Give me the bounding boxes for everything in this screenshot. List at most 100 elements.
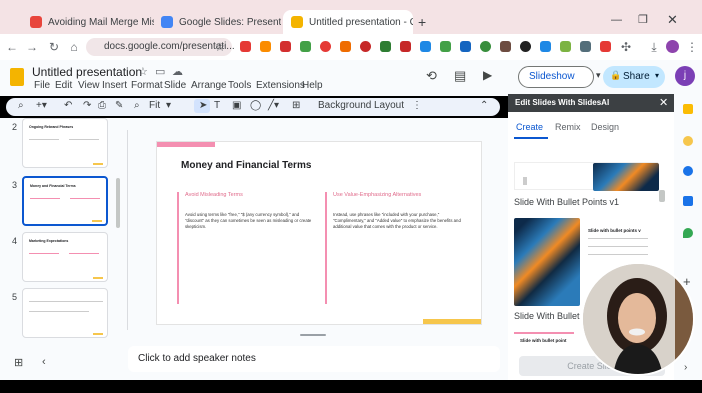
more-vert-icon[interactable]: ⋮	[684, 39, 700, 55]
slide-canvas[interactable]: Money and Financial Terms Avoid Misleadi…	[157, 142, 481, 324]
print-icon[interactable]: ⎙	[98, 100, 106, 111]
menu-file[interactable]: File	[34, 80, 50, 91]
bookmark-star-icon[interactable]: ☆	[212, 39, 228, 55]
panel-close-icon[interactable]: ✕	[659, 96, 668, 109]
menu-help[interactable]: Help	[302, 80, 323, 91]
slides-logo-icon[interactable]	[10, 68, 24, 86]
menu-extensions[interactable]: Extensions	[256, 80, 305, 91]
filmstrip-scrollbar[interactable]	[116, 178, 120, 228]
chevron-down-icon[interactable]: ▾	[166, 100, 171, 111]
expand-panel-icon[interactable]: ›	[684, 362, 687, 373]
browser-tab-mail-merge[interactable]: Avoiding Mail Merge Mistakes ×	[22, 10, 154, 34]
move-folder-icon[interactable]: ▭	[155, 65, 165, 78]
slideshow-button[interactable]: Slideshow	[518, 66, 594, 88]
extension-icon[interactable]	[360, 41, 371, 52]
menu-slide[interactable]: Slide	[164, 80, 186, 91]
reload-icon[interactable]: ↻	[46, 39, 62, 55]
layout-button[interactable]: Layout	[374, 100, 404, 111]
menu-tools[interactable]: Tools	[228, 80, 251, 91]
undo-icon[interactable]: ↶	[64, 100, 72, 111]
home-icon[interactable]: ⌂	[66, 39, 82, 55]
extension-icon[interactable]	[280, 41, 291, 52]
extension-icon[interactable]	[340, 41, 351, 52]
window-close-icon[interactable]: ✕	[667, 12, 678, 28]
left-column[interactable]: Avoid Misleading Terms Avoid using terms…	[177, 192, 317, 304]
extension-icon[interactable]	[540, 41, 551, 52]
new-slide-icon[interactable]: +▾	[36, 100, 47, 111]
extension-icon[interactable]	[380, 41, 391, 52]
slide-thumbnail-5[interactable]	[22, 288, 108, 338]
maps-icon[interactable]	[683, 228, 693, 238]
extension-icon[interactable]	[300, 41, 311, 52]
tab-remix[interactable]: Remix	[555, 122, 581, 132]
menu-format[interactable]: Format	[131, 80, 163, 91]
account-avatar[interactable]: j	[675, 66, 695, 86]
menu-insert[interactable]: Insert	[102, 80, 127, 91]
notes-resize-handle[interactable]	[300, 334, 326, 336]
maximize-icon[interactable]: ❐	[638, 13, 648, 26]
menu-view[interactable]: View	[78, 80, 100, 91]
shape-icon[interactable]: ◯	[250, 100, 261, 111]
collapse-toolbar-icon[interactable]: ⌃	[480, 100, 488, 111]
tab-design[interactable]: Design	[591, 122, 619, 132]
template-label-1[interactable]: Slide With Bullet Points v1	[514, 197, 619, 207]
slide-title[interactable]: Money and Financial Terms	[181, 160, 311, 171]
line-icon[interactable]: ╱▾	[268, 100, 279, 111]
minimize-icon[interactable]: —	[611, 14, 622, 26]
extension-icon[interactable]	[420, 41, 431, 52]
calendar-icon[interactable]	[683, 104, 693, 114]
template-preview-1[interactable]	[514, 162, 659, 191]
presentation-title[interactable]: Untitled presentation	[32, 65, 142, 79]
extension-icon[interactable]	[460, 41, 471, 52]
menu-arrange[interactable]: Arrange	[191, 80, 227, 91]
extension-icon[interactable]	[520, 41, 531, 52]
share-dropdown-icon[interactable]: ▾	[655, 71, 659, 80]
star-icon[interactable]: ☆	[138, 65, 148, 78]
profile-avatar[interactable]	[666, 40, 679, 53]
keep-icon[interactable]	[683, 136, 693, 146]
select-cursor-icon[interactable]: ➤	[199, 100, 207, 111]
extension-icon[interactable]	[580, 41, 591, 52]
background-button[interactable]: Background	[318, 100, 371, 111]
extension-icon[interactable]	[320, 41, 331, 52]
more-options-icon[interactable]: ⋮	[412, 100, 422, 111]
zoom-icon[interactable]: ⌕	[134, 100, 140, 111]
puzzle-icon[interactable]: ✣	[618, 39, 634, 55]
back-icon[interactable]: ←	[4, 39, 20, 55]
forward-icon[interactable]: →	[24, 39, 40, 55]
menu-edit[interactable]: Edit	[55, 80, 72, 91]
extension-icon[interactable]	[240, 41, 251, 52]
zoom-select[interactable]: Fit	[149, 100, 160, 111]
history-icon[interactable]: ⟲	[426, 68, 437, 84]
extension-icon[interactable]	[560, 41, 571, 52]
grid-view-icon[interactable]: ⊞	[14, 356, 23, 369]
meet-camera-icon[interactable]: ▶	[483, 68, 492, 82]
collapse-filmstrip-icon[interactable]: ‹	[42, 356, 46, 368]
image-icon[interactable]: ▣	[232, 100, 241, 111]
new-tab-button[interactable]: +	[418, 14, 426, 30]
speaker-notes[interactable]: Click to add speaker notes	[128, 346, 500, 372]
slide-thumbnail-3[interactable]: Money and Financial Terms	[22, 176, 108, 226]
text-box-icon[interactable]: T	[214, 100, 220, 111]
slideshow-dropdown-icon[interactable]: ▾	[596, 70, 601, 81]
comments-icon[interactable]: ▤	[454, 68, 466, 84]
extension-icon[interactable]	[260, 41, 271, 52]
add-comment-icon[interactable]: ⊞	[292, 100, 300, 111]
extension-icon[interactable]	[480, 41, 491, 52]
redo-icon[interactable]: ↷	[83, 100, 91, 111]
extension-icon[interactable]	[400, 41, 411, 52]
search-menus-icon[interactable]: ⌕	[18, 100, 24, 111]
tab-create[interactable]: Create	[516, 122, 543, 132]
address-bar[interactable]: docs.google.com/presentati...	[86, 38, 235, 56]
slide-thumbnail-2[interactable]: Ongoing Rebrand Phrases	[22, 118, 108, 168]
extension-icon[interactable]	[600, 41, 611, 52]
slide-thumbnail-4[interactable]: Marketing Expectations	[22, 232, 108, 282]
extension-icon[interactable]	[440, 41, 451, 52]
right-column[interactable]: Use Value-Emphasizing Alternatives Inste…	[325, 192, 465, 304]
panel-scrollbar[interactable]	[659, 190, 665, 202]
contacts-icon[interactable]	[683, 196, 693, 206]
browser-tab-google-slides[interactable]: Google Slides: Presentation sli ×	[153, 10, 281, 34]
download-icon[interactable]: ⤓	[646, 39, 662, 55]
browser-tab-untitled[interactable]: Untitled presentation - Google ×	[283, 10, 413, 34]
paint-format-icon[interactable]: ✎	[115, 100, 123, 111]
